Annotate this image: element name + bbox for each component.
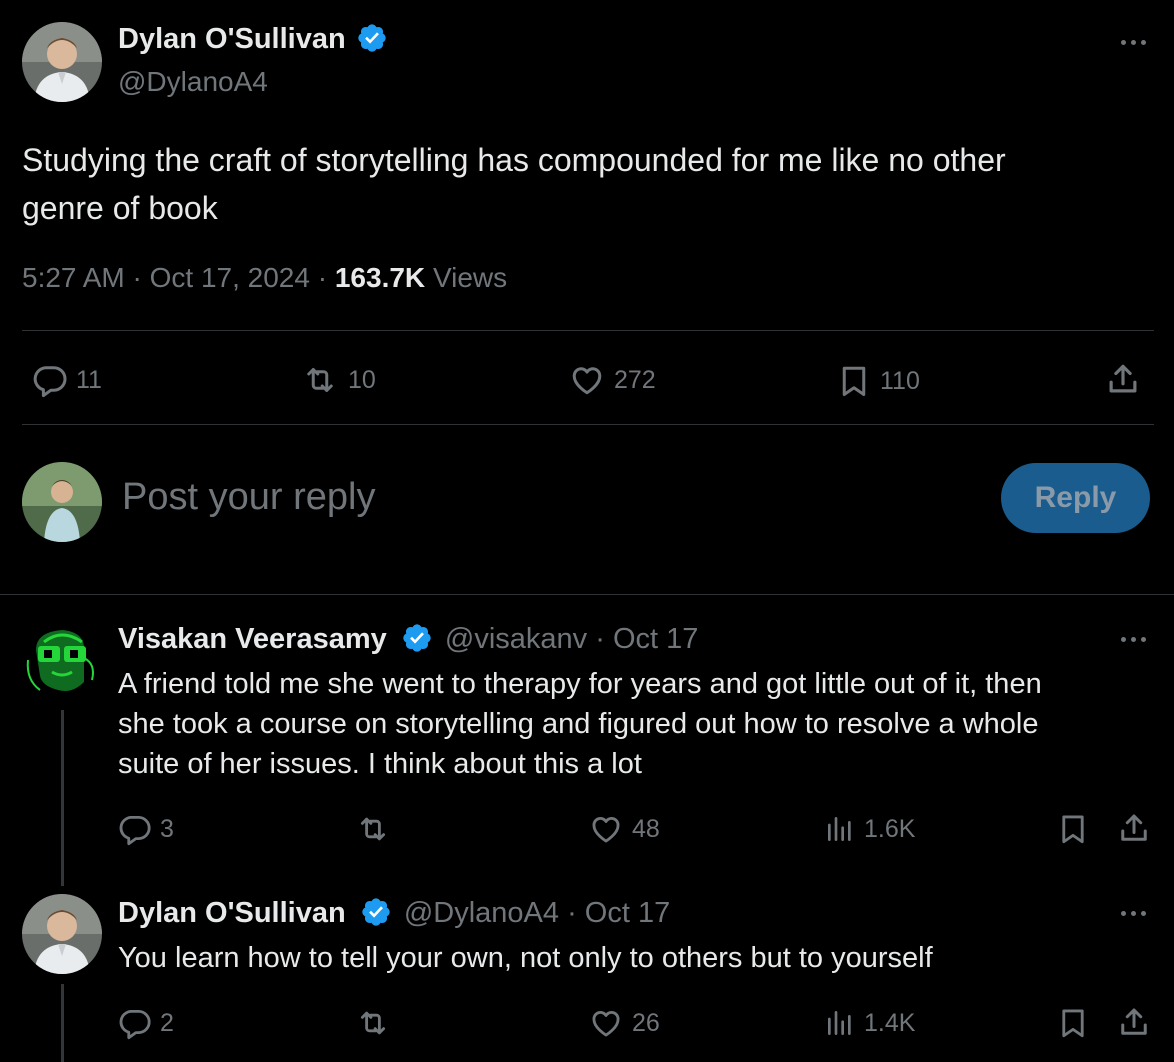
like-count: 48 bbox=[632, 814, 660, 843]
like-action[interactable]: 48 bbox=[588, 812, 660, 846]
views-action[interactable]: 1.6K bbox=[824, 812, 915, 846]
views-action[interactable]: 1.4K bbox=[824, 1006, 915, 1040]
bookmark-action[interactable]: 110 bbox=[836, 362, 920, 400]
bookmark-icon bbox=[842, 366, 866, 396]
reply-count: 11 bbox=[76, 365, 102, 394]
verified-badge-icon bbox=[403, 624, 431, 652]
more-options-icon[interactable] bbox=[1121, 911, 1146, 916]
reply-icon bbox=[119, 1009, 151, 1040]
reply-author-avatar[interactable] bbox=[22, 620, 102, 700]
repost-icon bbox=[360, 1011, 386, 1035]
divider bbox=[22, 424, 1154, 425]
views-label: Views bbox=[432, 262, 508, 293]
verified-badge-icon bbox=[358, 24, 386, 52]
share-icon bbox=[1121, 814, 1147, 841]
tweet-text: Studying the craft of storytelling has c… bbox=[22, 142, 1006, 226]
author-avatar[interactable] bbox=[22, 22, 102, 102]
reply-date[interactable]: Oct 17 bbox=[613, 623, 698, 655]
views-count: 1.6K bbox=[864, 814, 916, 843]
reply-icon bbox=[33, 366, 67, 398]
reply-count: 3 bbox=[160, 814, 174, 843]
views-count: 1.4K bbox=[864, 1008, 916, 1037]
more-options-icon[interactable] bbox=[1121, 40, 1146, 45]
reply-author-handle[interactable]: @DylanoA4 bbox=[404, 897, 559, 929]
heart-icon bbox=[592, 1011, 620, 1037]
more-options-icon[interactable] bbox=[1121, 637, 1146, 642]
repost-count: 10 bbox=[348, 365, 376, 394]
tweet-date[interactable]: Oct 17, 2024 bbox=[150, 262, 310, 293]
like-action[interactable]: 272 bbox=[568, 362, 656, 398]
tweet-time[interactable]: 5:27 AM bbox=[22, 262, 125, 293]
reply-button-label: Reply bbox=[1034, 481, 1117, 514]
share-icon bbox=[1121, 1008, 1147, 1035]
reply-action[interactable]: 11 bbox=[32, 362, 102, 398]
bookmark-action[interactable] bbox=[1056, 1005, 1090, 1041]
share-icon bbox=[1109, 364, 1137, 393]
bookmark-count: 110 bbox=[880, 366, 920, 395]
reply-action[interactable]: 2 bbox=[118, 1006, 174, 1040]
reply-author-handle[interactable]: @visakanv bbox=[445, 623, 587, 655]
analytics-icon bbox=[828, 817, 851, 841]
reply-date[interactable]: Oct 17 bbox=[585, 897, 670, 929]
heart-icon bbox=[592, 817, 620, 843]
reply-text: A friend told me she went to therapy for… bbox=[118, 668, 1042, 780]
like-count: 26 bbox=[632, 1008, 660, 1037]
repost-action[interactable] bbox=[354, 812, 392, 846]
repost-action[interactable]: 10 bbox=[300, 362, 376, 398]
section-divider bbox=[0, 594, 1174, 595]
share-action[interactable] bbox=[1116, 810, 1152, 846]
bookmark-action[interactable] bbox=[1056, 811, 1090, 847]
repost-icon bbox=[307, 368, 333, 392]
reply-author-name[interactable]: Visakan Veerasamy bbox=[118, 623, 387, 655]
like-action[interactable]: 26 bbox=[588, 1006, 660, 1040]
heart-icon bbox=[572, 367, 602, 395]
analytics-icon bbox=[828, 1011, 851, 1035]
repost-action[interactable] bbox=[354, 1006, 392, 1040]
reply-icon bbox=[119, 815, 151, 846]
thread-connector bbox=[61, 984, 64, 1062]
tweet-meta: 5:27 AM · Oct 17, 2024 · 163.7K Views bbox=[22, 262, 508, 293]
thread-connector bbox=[61, 710, 64, 886]
reply-author-name[interactable]: Dylan O'Sullivan bbox=[118, 897, 346, 929]
like-count: 272 bbox=[614, 365, 656, 394]
divider bbox=[22, 330, 1154, 331]
author-handle[interactable]: @DylanoA4 bbox=[118, 66, 268, 98]
reply-text: You learn how to tell your own, not only… bbox=[118, 942, 933, 974]
reply-author-avatar[interactable] bbox=[22, 894, 102, 974]
share-action[interactable] bbox=[1116, 1004, 1152, 1040]
bookmark-icon bbox=[1062, 1009, 1084, 1038]
bookmark-icon bbox=[1062, 815, 1084, 844]
reply-action[interactable]: 3 bbox=[118, 812, 174, 846]
share-action[interactable] bbox=[1104, 360, 1142, 398]
current-user-avatar[interactable] bbox=[22, 462, 102, 542]
repost-icon bbox=[360, 817, 386, 841]
reply-input[interactable]: Post your reply bbox=[122, 476, 375, 519]
reply-button[interactable]: Reply bbox=[1001, 463, 1150, 533]
verified-badge-icon bbox=[362, 898, 390, 926]
reply-count: 2 bbox=[160, 1008, 174, 1037]
views-count: 163.7K bbox=[334, 262, 426, 293]
author-name[interactable]: Dylan O'Sullivan bbox=[118, 23, 346, 55]
